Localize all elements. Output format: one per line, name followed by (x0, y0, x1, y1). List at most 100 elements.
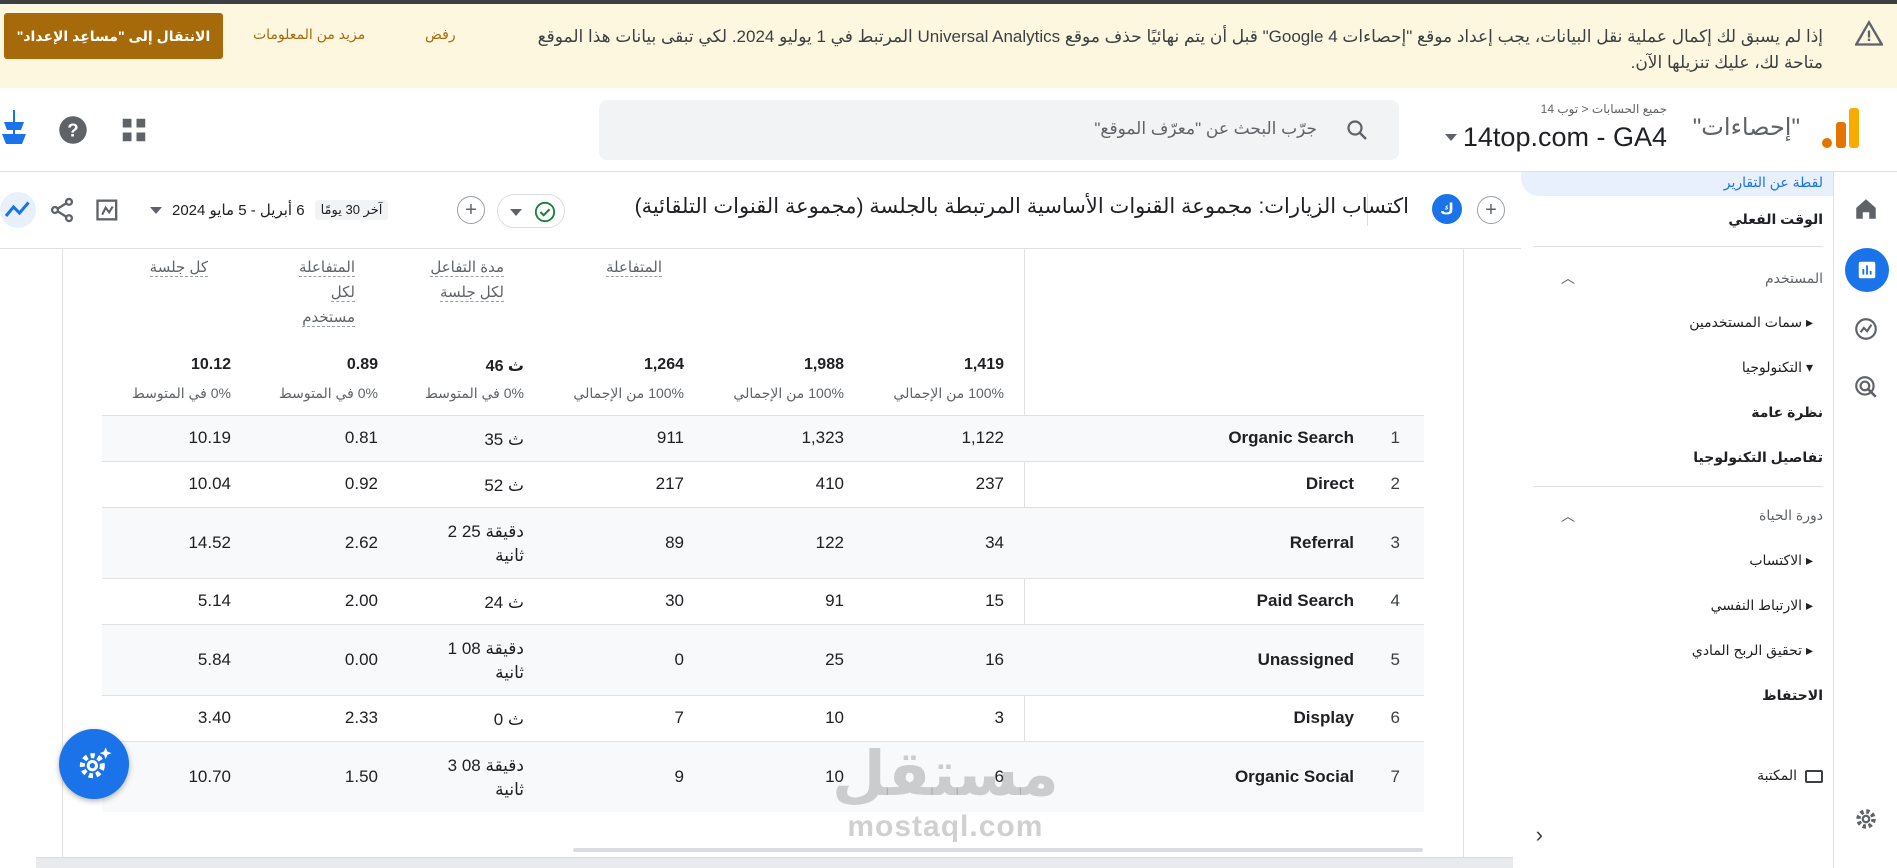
chevron-up-icon[interactable]: ︿ (1561, 268, 1575, 288)
menu-realtime[interactable]: الوقت الفعلي (1728, 211, 1823, 228)
row-index: 1 (1390, 428, 1400, 447)
row-index: 6 (1390, 708, 1400, 727)
table-row[interactable]: 5 Unassigned 16 25 0 0.00 5.84 1 دقيقة 08 ثانية (102, 624, 1424, 695)
cell-per-session: 5.84 (197, 650, 231, 669)
home-icon[interactable] (1849, 192, 1883, 226)
cell-sessions: 91 (825, 591, 844, 610)
header-engaged-sessions[interactable]: المتفاعلة (590, 255, 662, 280)
page-horizontal-scrollbar[interactable] (36, 857, 1513, 868)
menu-divider (1533, 486, 1823, 487)
help-icon[interactable]: ? (58, 115, 88, 145)
chevron-right-icon: ▸ (1802, 314, 1813, 330)
header-events-per-session[interactable]: كل جلسة (142, 255, 208, 280)
menu-acquisition[interactable]: ▸ الاكتساب (1749, 552, 1813, 569)
cell-avg-engagement-time: 1 دقيقة 08 ثانية (447, 639, 524, 682)
row-index: 5 (1390, 650, 1400, 669)
collapse-menu-icon[interactable]: ‹ (1536, 822, 1543, 848)
channel-name[interactable]: Organic Social (1154, 767, 1354, 787)
chevron-down-icon (510, 209, 522, 216)
table-row[interactable]: 2 Direct 237 410 217 0.92 10.04 52 ث (102, 461, 1424, 507)
advertising-icon[interactable] (1849, 370, 1883, 404)
menu-library[interactable]: المكتبة (1757, 767, 1823, 784)
cell-engaged: 7 (674, 708, 684, 727)
chevron-up-icon[interactable]: ︿ (1561, 506, 1575, 526)
edit-report-icon[interactable] (94, 196, 122, 224)
cell-users: 1,122 (961, 428, 1004, 447)
cell-avg-engagement-time: 52 ث (484, 476, 524, 495)
account-avatar-icon[interactable] (0, 108, 28, 148)
channel-name[interactable]: Organic Search (1154, 428, 1354, 448)
menu-tech-details[interactable]: تفاصيل التكنولوجيا (1693, 449, 1823, 466)
cell-avg-engagement-time: 2 دقيقة 25 ثانية (447, 522, 524, 565)
comparison-avatar[interactable]: ك (1432, 194, 1462, 224)
table-horizontal-scrollbar[interactable] (573, 848, 1423, 852)
add-filter-button[interactable]: + (457, 196, 485, 224)
total-engaged: 1,264 (643, 356, 684, 373)
date-range-picker[interactable]: آخر 30 يومًا 6 أبريل - 5 مايو 2024 (150, 200, 389, 220)
row-index: 2 (1390, 474, 1400, 493)
row-index: 4 (1390, 591, 1400, 610)
menu-user-attributes[interactable]: ▸ سمات المستخدمين (1689, 314, 1813, 331)
nav-rail (1833, 172, 1897, 868)
check-circle-icon (534, 201, 556, 223)
row-index: 3 (1390, 533, 1400, 552)
report-status-pill[interactable] (497, 194, 565, 228)
total-per-session: 10.12 (190, 356, 231, 373)
setup-assistant-button[interactable]: الانتقال إلى "مساعِد الإعداد" (4, 13, 223, 59)
breadcrumb[interactable]: جميع الحسابات < توب 14 (1541, 102, 1667, 116)
channel-name[interactable]: Paid Search (1154, 591, 1354, 611)
share-icon[interactable] (48, 196, 76, 224)
menu-technology[interactable]: ▾ التكنولوجيا (1742, 359, 1813, 376)
table-row[interactable]: 6 Display 3 10 7 2.33 3.40 0 ث (102, 695, 1424, 741)
channel-name[interactable]: Display (1154, 708, 1354, 728)
menu-section-user[interactable]: المستخدم (1765, 270, 1823, 287)
table-row[interactable]: 7 Organic Social 6 10 9 1.50 10.70 3 دقيقة 08 ثا… (102, 741, 1424, 812)
cell-users: 16 (985, 650, 1004, 669)
reports-icon[interactable] (1845, 248, 1889, 292)
chevron-down-icon (150, 206, 162, 214)
dismiss-link[interactable]: رفض (425, 26, 456, 43)
chevron-right-icon: ▸ (1802, 642, 1813, 658)
learn-more-link[interactable]: مزيد من المعلومات (253, 26, 365, 43)
menu-reports-snapshot[interactable]: لقطة عن التقارير (1724, 174, 1823, 191)
search-icon (1347, 120, 1367, 140)
cell-avg-engagement-time: 35 ث (484, 430, 524, 449)
settings-gear-icon[interactable] (1849, 802, 1883, 836)
customize-report-button[interactable] (59, 729, 129, 799)
menu-engagement[interactable]: ▸ الارتباط النفسي (1711, 597, 1813, 614)
cell-sessions: 10 (825, 708, 844, 727)
apps-grid-icon[interactable] (119, 115, 149, 145)
search-bar[interactable]: جرّب البحث عن "معرّف الموقع" (599, 100, 1399, 160)
chevron-right-icon: ▸ (1802, 552, 1813, 568)
header-avg-engagement-time[interactable]: مدة التفاعل لكل جلسة (414, 255, 504, 305)
channel-name[interactable]: Unassigned (1154, 650, 1354, 670)
settings-sparkle-icon (79, 747, 112, 779)
insights-icon[interactable] (0, 192, 36, 228)
menu-retention[interactable]: الاحتفاظ (1762, 687, 1823, 704)
explore-icon[interactable] (1849, 312, 1883, 346)
cell-engaged: 30 (665, 591, 684, 610)
property-selector[interactable]: 14top.com - GA4 (1444, 122, 1667, 153)
menu-monetization[interactable]: ▸ تحقيق الربح المادي (1692, 642, 1813, 659)
cell-engaged: 217 (655, 474, 684, 493)
channel-name[interactable]: Referral (1154, 533, 1354, 553)
search-placeholder: جرّب البحث عن "معرّف الموقع" (1094, 119, 1317, 138)
breadcrumb-account[interactable]: توب 14 (1541, 102, 1579, 116)
breadcrumb-all-accounts[interactable]: جميع الحسابات (1592, 102, 1667, 116)
channel-name[interactable]: Direct (1154, 474, 1354, 494)
menu-section-lifecycle[interactable]: دورة الحياة (1759, 507, 1823, 524)
cell-per-user: 2.33 (344, 708, 378, 727)
table-row[interactable]: 1 Organic Search 1,122 1,323 911 0.81 10.19 35 … (102, 415, 1424, 461)
total-per-user: 0.89 (346, 356, 378, 373)
cell-users: 34 (985, 533, 1004, 552)
menu-tech-overview[interactable]: نظرة عامة (1751, 404, 1823, 421)
cell-users: 3 (994, 708, 1004, 727)
cell-engaged: 9 (674, 767, 684, 786)
table-row[interactable]: 3 Referral 34 122 89 2.62 14.52 2 دقيقة 25 ثانية (102, 507, 1424, 578)
cell-engaged: 89 (665, 533, 684, 552)
analytics-logo-icon (1822, 108, 1859, 148)
table-row[interactable]: 4 Paid Search 15 91 30 2.00 5.14 24 ث (102, 578, 1424, 624)
add-comparison-button[interactable]: + (1477, 196, 1505, 224)
cell-per-user: 0.00 (344, 650, 378, 669)
header-engaged-per-user[interactable]: المتفاعلة لكل مستخدم (285, 255, 355, 330)
